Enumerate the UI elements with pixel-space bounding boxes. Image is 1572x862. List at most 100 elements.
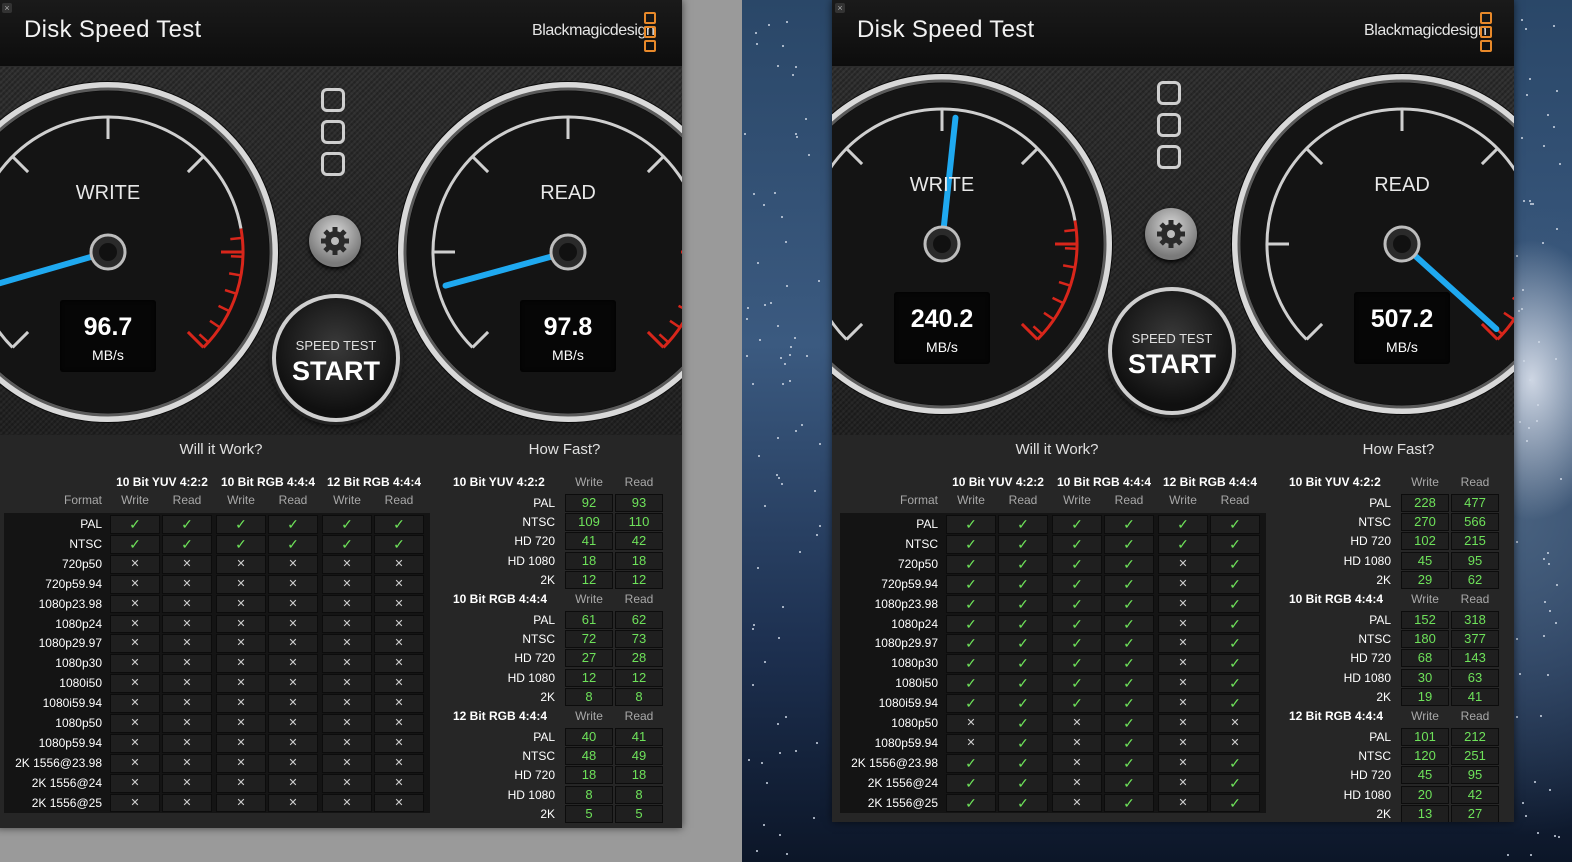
layout-toggle-icon[interactable] [321,88,351,184]
cross-icon: ✕ [216,733,266,753]
will-it-work-col-header: Write [1063,493,1091,507]
check-icon: ✓ [1158,515,1208,534]
check-icon: ✓ [998,773,1048,793]
check-icon: ✓ [1210,654,1260,674]
check-icon: ✓ [998,515,1048,534]
star [1543,635,1546,638]
star [1553,24,1556,27]
cross-icon: ✕ [268,614,318,634]
settings-button[interactable] [309,215,361,267]
star [752,624,755,627]
how-fast-fps-value: 93 [615,494,663,512]
close-icon[interactable]: × [835,3,845,13]
cross-icon: ✕ [374,714,424,733]
check-icon: ✓ [1210,614,1260,634]
write-speed-unit: MB/s [92,347,124,363]
how-fast-format-label: NTSC [1358,515,1391,530]
star [1515,715,1518,718]
cross-icon: ✕ [162,554,212,574]
cross-icon: ✕ [374,694,424,713]
start-button[interactable]: SPEED TEST START [272,294,400,422]
star [780,216,783,219]
how-fast-format-label: 2K [540,806,555,821]
cross-icon: ✕ [268,714,318,733]
how-fast-fps-value: 477 [1451,494,1499,512]
star [1553,834,1556,837]
how-fast-group-header: 12 Bit RGB 4:4:4 [453,709,548,723]
cross-icon: ✕ [216,674,266,694]
star [791,74,794,77]
close-icon[interactable]: × [2,3,12,13]
will-it-work-col-header: Read [384,493,414,507]
cross-icon: ✕ [162,714,212,733]
how-fast-fps-value: 180 [1401,630,1449,649]
cross-icon: ✕ [1052,733,1102,753]
settings-button[interactable] [1145,208,1197,260]
star [781,44,784,47]
star [752,627,755,630]
start-button-caption: SPEED TEST [295,338,377,353]
star [1515,255,1518,258]
cross-icon: ✕ [322,614,372,634]
will-it-work-col-header: Write [121,493,149,507]
write-speed-readout: 96.7 MB/s [60,300,156,372]
star [756,262,759,265]
start-button-label: START [1128,349,1216,379]
check-icon: ✓ [946,594,996,614]
star [1518,309,1521,312]
star [1558,836,1561,839]
cross-icon: ✕ [216,614,266,634]
check-icon: ✓ [946,753,996,773]
star [795,136,798,139]
cross-icon: ✕ [110,733,160,753]
check-icon: ✓ [998,554,1048,574]
how-fast-fps-value: 18 [565,551,613,570]
check-icon: ✓ [110,534,160,554]
how-fast-format-label: PAL [533,730,555,744]
how-fast-fps-value: 12 [615,570,663,589]
check-icon: ✓ [998,594,1048,614]
cross-icon: ✕ [216,694,266,713]
how-fast-fps-value: 68 [1401,649,1449,668]
cross-icon: ✕ [1158,614,1208,634]
check-icon: ✓ [1210,574,1260,594]
check-icon: ✓ [1210,694,1260,713]
how-fast-fps-value: 152 [1401,611,1449,629]
check-icon: ✓ [374,534,424,554]
star [790,346,793,349]
read-speed-readout: 97.8 MB/s [520,300,616,372]
check-icon: ✓ [1052,515,1102,534]
star [758,454,760,457]
gear-hole [331,237,339,245]
cross-icon: ✕ [1158,574,1208,594]
cross-icon: ✕ [162,614,212,634]
star [799,550,802,553]
star [1528,200,1531,203]
write-gauge-label: WRITE [75,182,141,204]
check-icon: ✓ [1052,614,1102,634]
how-fast-fps-value: 41 [565,532,613,551]
gear-icon [1157,220,1185,248]
start-button[interactable]: SPEED TEST START [1108,287,1236,415]
layout-square [321,88,345,112]
format-label: 720p59.94 [45,576,102,591]
layout-square [1157,81,1181,105]
read-speed-unit: MB/s [1386,339,1418,355]
check-icon: ✓ [162,534,212,554]
star [794,132,797,135]
format-label: 1080i50 [895,676,938,691]
check-icon: ✓ [322,534,372,554]
star [1521,308,1524,311]
star [778,833,781,836]
star [759,339,762,342]
how-fast-format-label: 2K [540,689,555,704]
star [800,424,803,427]
format-label: 1080p24 [891,616,938,631]
star [794,429,797,432]
check-icon: ✓ [946,515,996,534]
layout-toggle-icon[interactable] [1157,81,1187,177]
star [1529,77,1532,80]
how-fast-format-label: HD 1080 [507,787,555,802]
check-icon: ✓ [1104,534,1154,554]
star [784,240,787,243]
